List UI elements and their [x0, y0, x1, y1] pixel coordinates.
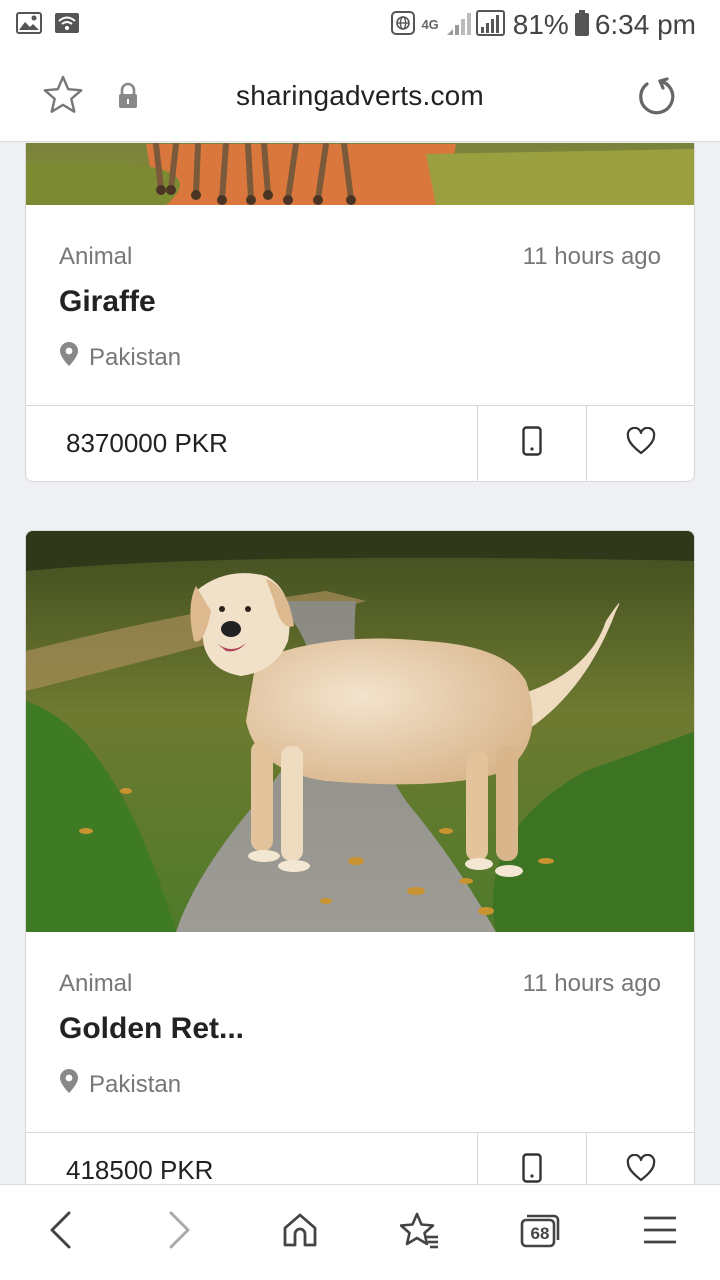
clock: 6:34 pm — [594, 9, 696, 40]
listing-footer: 418500 PKR — [26, 1132, 694, 1184]
listing-time: 11 hours ago — [522, 970, 661, 997]
listing-time: 11 hours ago — [522, 243, 661, 270]
tab-count: 68 — [530, 1223, 550, 1243]
listing-card[interactable]: Animal 11 hours ago Giraffe Pakistan 837… — [25, 143, 695, 482]
bookmarks-button[interactable] — [380, 1193, 460, 1273]
listing-category: Animal — [59, 243, 133, 270]
back-button[interactable] — [20, 1193, 100, 1273]
favorite-button[interactable] — [587, 406, 694, 481]
call-button[interactable] — [478, 1133, 587, 1184]
giraffe-listing-image[interactable] — [26, 143, 694, 205]
wifi-notification-icon — [54, 12, 80, 39]
menu-button[interactable] — [620, 1193, 700, 1273]
heart-icon — [626, 1153, 656, 1184]
star-list-icon — [399, 1211, 440, 1254]
browser-bottom-nav: 68 — [0, 1184, 720, 1280]
home-icon — [282, 1212, 318, 1253]
home-button[interactable] — [260, 1193, 340, 1273]
chevron-left-icon — [47, 1210, 73, 1255]
golden-retriever-listing-image[interactable] — [26, 531, 694, 932]
heart-icon — [626, 426, 656, 460]
location-pin-icon — [59, 341, 79, 374]
reload-icon[interactable] — [636, 76, 676, 121]
battery-icon — [574, 9, 589, 41]
listing-price: 418500 PKR — [26, 1133, 478, 1184]
listing-category: Animal — [59, 970, 133, 997]
listing-location: Pakistan — [59, 1068, 181, 1101]
network-type-label: 4G — [421, 17, 439, 32]
location-text: Pakistan — [89, 343, 182, 371]
phone-icon — [522, 1153, 542, 1184]
tabs-button[interactable]: 68 — [500, 1193, 580, 1273]
battery-percent: 81% — [512, 9, 569, 40]
gallery-notification-icon — [16, 11, 42, 39]
browser-toolbar: sharingadverts.com — [0, 50, 720, 142]
call-button[interactable] — [478, 406, 587, 481]
listing-footer: 8370000 PKR — [26, 405, 694, 481]
listing-title[interactable]: Golden Ret... — [59, 1012, 244, 1046]
listing-title[interactable]: Giraffe — [59, 285, 156, 319]
globe-status-icon — [391, 10, 416, 40]
signal-strength-icon — [445, 9, 507, 42]
chevron-right-icon — [167, 1210, 193, 1255]
status-bar: 4G 81% 6:34 pm — [0, 0, 720, 50]
hamburger-menu-icon — [642, 1214, 678, 1251]
forward-button[interactable] — [140, 1193, 220, 1273]
listing-location: Pakistan — [59, 341, 181, 374]
listing-feed[interactable]: Animal 11 hours ago Giraffe Pakistan 837… — [0, 143, 720, 1184]
location-pin-icon — [59, 1068, 79, 1101]
location-text: Pakistan — [89, 1070, 182, 1098]
phone-icon — [522, 426, 542, 461]
listing-price: 8370000 PKR — [26, 406, 478, 481]
listing-details: Animal 11 hours ago Giraffe Pakistan — [26, 205, 694, 405]
favorite-button[interactable] — [587, 1133, 694, 1184]
listing-card[interactable]: Animal 11 hours ago Golden Ret... Pakist… — [25, 530, 695, 1184]
listing-details: Animal 11 hours ago Golden Ret... Pakist… — [26, 932, 694, 1132]
address-bar-url[interactable]: sharingadverts.com — [0, 80, 720, 112]
